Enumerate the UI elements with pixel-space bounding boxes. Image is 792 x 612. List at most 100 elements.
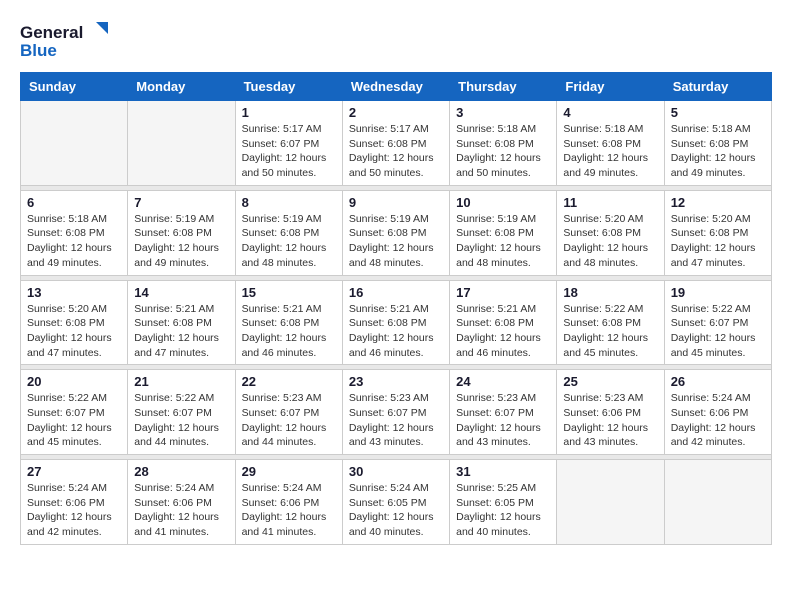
day-number: 18: [563, 285, 657, 300]
day-info: Sunrise: 5:25 AMSunset: 6:05 PMDaylight:…: [456, 481, 550, 540]
calendar-day-cell: 29 Sunrise: 5:24 AMSunset: 6:06 PMDayligh…: [235, 460, 342, 545]
day-info: Sunrise: 5:19 AMSunset: 6:08 PMDaylight:…: [349, 212, 443, 271]
day-info: Sunrise: 5:20 AMSunset: 6:08 PMDaylight:…: [671, 212, 765, 271]
day-number: 8: [242, 195, 336, 210]
calendar-day-cell: 22 Sunrise: 5:23 AMSunset: 6:07 PMDayligh…: [235, 370, 342, 455]
svg-text:General: General: [20, 23, 83, 42]
day-number: 14: [134, 285, 228, 300]
day-info: Sunrise: 5:22 AMSunset: 6:08 PMDaylight:…: [563, 302, 657, 361]
day-info: Sunrise: 5:19 AMSunset: 6:08 PMDaylight:…: [242, 212, 336, 271]
calendar-day-cell: 25Sunrise: 5:23 AMSunset: 6:06 PMDayligh…: [557, 370, 664, 455]
day-number: 26: [671, 374, 765, 389]
day-info: Sunrise: 5:21 AMSunset: 6:08 PMDaylight:…: [242, 302, 336, 361]
day-number: 10: [456, 195, 550, 210]
day-number: 12: [671, 195, 765, 210]
day-number: 25: [563, 374, 657, 389]
day-number: 11: [563, 195, 657, 210]
day-info: Sunrise: 5:19 AMSunset: 6:08 PMDaylight:…: [134, 212, 228, 271]
day-info: Sunrise: 5:24 AMSunset: 6:06 PMDaylight:…: [242, 481, 336, 540]
calendar-header-row: SundayMondayTuesdayWednesdayThursdayFrid…: [21, 73, 772, 101]
calendar-day-cell: 28Sunrise: 5:24 AMSunset: 6:06 PMDayligh…: [128, 460, 235, 545]
day-info: Sunrise: 5:21 AMSunset: 6:08 PMDaylight:…: [456, 302, 550, 361]
calendar-day-cell: 31 Sunrise: 5:25 AMSunset: 6:05 PMDayligh…: [450, 460, 557, 545]
calendar-week-row: 20 Sunrise: 5:22 AMSunset: 6:07 PMDayligh…: [21, 370, 772, 455]
logo: General Blue: [20, 20, 110, 62]
calendar-day-cell: 11Sunrise: 5:20 AMSunset: 6:08 PMDayligh…: [557, 190, 664, 275]
day-info: Sunrise: 5:19 AMSunset: 6:08 PMDaylight:…: [456, 212, 550, 271]
calendar-day-cell: 26Sunrise: 5:24 AMSunset: 6:06 PMDayligh…: [664, 370, 771, 455]
calendar-day-cell: 1 Sunrise: 5:17 AMSunset: 6:07 PMDaylight…: [235, 101, 342, 186]
calendar-header-sunday: Sunday: [21, 73, 128, 101]
day-info: Sunrise: 5:20 AMSunset: 6:08 PMDaylight:…: [27, 302, 121, 361]
day-info: Sunrise: 5:23 AMSunset: 6:07 PMDaylight:…: [242, 391, 336, 450]
calendar-header-tuesday: Tuesday: [235, 73, 342, 101]
calendar-day-cell: 15 Sunrise: 5:21 AMSunset: 6:08 PMDayligh…: [235, 280, 342, 365]
calendar-day-cell: 8 Sunrise: 5:19 AMSunset: 6:08 PMDaylight…: [235, 190, 342, 275]
day-number: 20: [27, 374, 121, 389]
day-info: Sunrise: 5:18 AMSunset: 6:08 PMDaylight:…: [671, 122, 765, 181]
calendar-header-thursday: Thursday: [450, 73, 557, 101]
day-number: 28: [134, 464, 228, 479]
calendar-day-cell: 7Sunrise: 5:19 AMSunset: 6:08 PMDaylight…: [128, 190, 235, 275]
calendar-day-cell: 21Sunrise: 5:22 AMSunset: 6:07 PMDayligh…: [128, 370, 235, 455]
calendar-day-cell: 6Sunrise: 5:18 AMSunset: 6:08 PMDaylight…: [21, 190, 128, 275]
calendar-day-cell: 14 Sunrise: 5:21 AMSunset: 6:08 PMDayligh…: [128, 280, 235, 365]
calendar-day-cell: 12 Sunrise: 5:20 AMSunset: 6:08 PMDayligh…: [664, 190, 771, 275]
calendar-table: SundayMondayTuesdayWednesdayThursdayFrid…: [20, 72, 772, 545]
day-info: Sunrise: 5:21 AMSunset: 6:08 PMDaylight:…: [134, 302, 228, 361]
calendar-day-cell: [21, 101, 128, 186]
calendar-day-cell: 17 Sunrise: 5:21 AMSunset: 6:08 PMDayligh…: [450, 280, 557, 365]
day-info: Sunrise: 5:24 AMSunset: 6:05 PMDaylight:…: [349, 481, 443, 540]
calendar-day-cell: 13 Sunrise: 5:20 AMSunset: 6:08 PMDayligh…: [21, 280, 128, 365]
day-info: Sunrise: 5:23 AMSunset: 6:07 PMDaylight:…: [456, 391, 550, 450]
day-number: 21: [134, 374, 228, 389]
calendar-day-cell: 10 Sunrise: 5:19 AMSunset: 6:08 PMDayligh…: [450, 190, 557, 275]
day-number: 16: [349, 285, 443, 300]
calendar-day-cell: 5 Sunrise: 5:18 AMSunset: 6:08 PMDaylight…: [664, 101, 771, 186]
calendar-day-cell: 23 Sunrise: 5:23 AMSunset: 6:07 PMDayligh…: [342, 370, 449, 455]
calendar-day-cell: 18 Sunrise: 5:22 AMSunset: 6:08 PMDayligh…: [557, 280, 664, 365]
day-number: 22: [242, 374, 336, 389]
day-number: 19: [671, 285, 765, 300]
day-info: Sunrise: 5:21 AMSunset: 6:08 PMDaylight:…: [349, 302, 443, 361]
calendar-day-cell: 19Sunrise: 5:22 AMSunset: 6:07 PMDayligh…: [664, 280, 771, 365]
day-number: 13: [27, 285, 121, 300]
calendar-day-cell: [128, 101, 235, 186]
calendar-day-cell: 16 Sunrise: 5:21 AMSunset: 6:08 PMDayligh…: [342, 280, 449, 365]
day-number: 1: [242, 105, 336, 120]
day-info: Sunrise: 5:18 AMSunset: 6:08 PMDaylight:…: [563, 122, 657, 181]
day-number: 31: [456, 464, 550, 479]
day-number: 24: [456, 374, 550, 389]
calendar-day-cell: 20 Sunrise: 5:22 AMSunset: 6:07 PMDayligh…: [21, 370, 128, 455]
day-info: Sunrise: 5:24 AMSunset: 6:06 PMDaylight:…: [27, 481, 121, 540]
day-number: 23: [349, 374, 443, 389]
page-header: General Blue: [20, 20, 772, 62]
day-number: 2: [349, 105, 443, 120]
calendar-day-cell: 4 Sunrise: 5:18 AMSunset: 6:08 PMDaylight…: [557, 101, 664, 186]
day-info: Sunrise: 5:17 AMSunset: 6:08 PMDaylight:…: [349, 122, 443, 181]
calendar-day-cell: 3 Sunrise: 5:18 AMSunset: 6:08 PMDaylight…: [450, 101, 557, 186]
day-number: 5: [671, 105, 765, 120]
calendar-day-cell: 2 Sunrise: 5:17 AMSunset: 6:08 PMDaylight…: [342, 101, 449, 186]
svg-text:Blue: Blue: [20, 41, 57, 60]
calendar-day-cell: [557, 460, 664, 545]
calendar-header-wednesday: Wednesday: [342, 73, 449, 101]
calendar-week-row: 1 Sunrise: 5:17 AMSunset: 6:07 PMDaylight…: [21, 101, 772, 186]
calendar-header-friday: Friday: [557, 73, 664, 101]
day-number: 17: [456, 285, 550, 300]
day-number: 4: [563, 105, 657, 120]
calendar-day-cell: 24 Sunrise: 5:23 AMSunset: 6:07 PMDayligh…: [450, 370, 557, 455]
day-info: Sunrise: 5:17 AMSunset: 6:07 PMDaylight:…: [242, 122, 336, 181]
calendar-day-cell: 27 Sunrise: 5:24 AMSunset: 6:06 PMDayligh…: [21, 460, 128, 545]
day-info: Sunrise: 5:18 AMSunset: 6:08 PMDaylight:…: [456, 122, 550, 181]
day-info: Sunrise: 5:22 AMSunset: 6:07 PMDaylight:…: [27, 391, 121, 450]
day-number: 27: [27, 464, 121, 479]
calendar-week-row: 6Sunrise: 5:18 AMSunset: 6:08 PMDaylight…: [21, 190, 772, 275]
day-info: Sunrise: 5:18 AMSunset: 6:08 PMDaylight:…: [27, 212, 121, 271]
calendar-header-monday: Monday: [128, 73, 235, 101]
logo-icon: General Blue: [20, 20, 110, 62]
day-number: 29: [242, 464, 336, 479]
day-number: 3: [456, 105, 550, 120]
day-number: 15: [242, 285, 336, 300]
day-info: Sunrise: 5:23 AMSunset: 6:07 PMDaylight:…: [349, 391, 443, 450]
